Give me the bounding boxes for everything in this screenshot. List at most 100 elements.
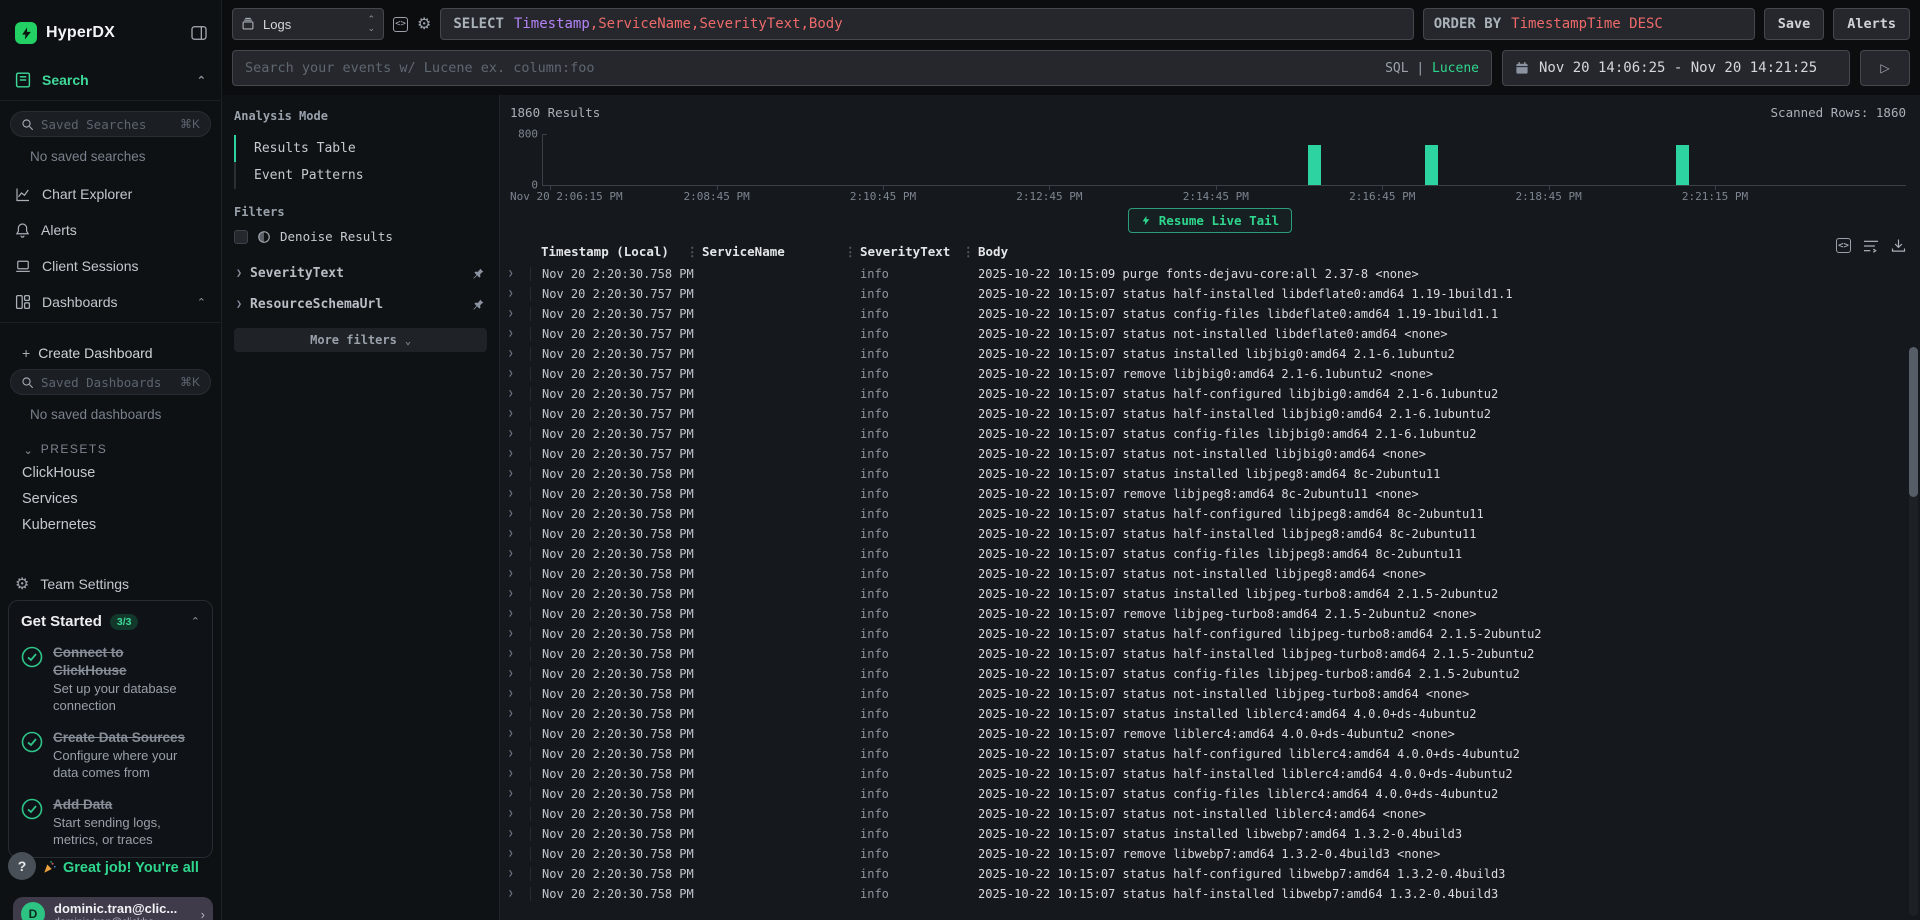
search-input[interactable]: Search your events w/ Lucene ex. column:…	[232, 50, 1492, 86]
expand-row-icon[interactable]: ❯	[508, 389, 530, 399]
scrollbar-thumb[interactable]	[1909, 347, 1918, 497]
table-row[interactable]: ❯Nov 20 2:20:30.758 PMinfo2025-10-22 10:…	[508, 484, 1920, 504]
table-row[interactable]: ❯Nov 20 2:20:30.757 PMinfo2025-10-22 10:…	[508, 324, 1920, 344]
column-servicename[interactable]: ServiceName⋮	[702, 244, 860, 259]
code-view-button[interactable]: <>	[1836, 238, 1851, 253]
table-row[interactable]: ❯Nov 20 2:20:30.757 PMinfo2025-10-22 10:…	[508, 424, 1920, 444]
table-row[interactable]: ❯Nov 20 2:20:30.758 PMinfo2025-10-22 10:…	[508, 524, 1920, 544]
expand-row-icon[interactable]: ❯	[508, 509, 530, 519]
expand-row-icon[interactable]: ❯	[508, 469, 530, 479]
column-resize-handle[interactable]: ⋮	[686, 244, 692, 259]
expand-row-icon[interactable]: ❯	[508, 669, 530, 679]
user-menu[interactable]: D dominic.tran@clic... dominic.tran@clic…	[13, 897, 213, 920]
lang-sql[interactable]: SQL	[1385, 61, 1408, 76]
table-row[interactable]: ❯Nov 20 2:20:30.758 PMinfo2025-10-22 10:…	[508, 644, 1920, 664]
table-row[interactable]: ❯Nov 20 2:20:30.758 PMinfo2025-10-22 10:…	[508, 744, 1920, 764]
wrap-lines-icon[interactable]	[1863, 239, 1879, 253]
table-row[interactable]: ❯Nov 20 2:20:30.757 PMinfo2025-10-22 10:…	[508, 304, 1920, 324]
expand-row-icon[interactable]: ❯	[508, 729, 530, 739]
chevron-up-icon[interactable]: ⌃	[197, 74, 206, 87]
histogram-bar[interactable]	[1676, 145, 1689, 185]
column-resize-handle[interactable]: ⋮	[962, 244, 968, 259]
mode-results-table[interactable]: Results Table	[234, 135, 487, 162]
expand-row-icon[interactable]: ❯	[508, 809, 530, 819]
table-row[interactable]: ❯Nov 20 2:20:30.758 PMinfo2025-10-22 10:…	[508, 624, 1920, 644]
table-row[interactable]: ❯Nov 20 2:20:30.758 PMinfo2025-10-22 10:…	[508, 604, 1920, 624]
expand-row-icon[interactable]: ❯	[508, 689, 530, 699]
expand-row-icon[interactable]: ❯	[508, 369, 530, 379]
run-query-button[interactable]: ▷	[1860, 50, 1910, 86]
get-started-item[interactable]: Create Data Sources Configure where your…	[21, 729, 200, 782]
pin-icon[interactable]	[472, 298, 485, 311]
select-columns-input[interactable]: SELECT Timestamp ,ServiceName,SeverityTe…	[440, 8, 1413, 40]
sidebar-item-team-settings[interactable]: ⚙ Team Settings	[0, 564, 221, 604]
expand-row-icon[interactable]: ❯	[508, 449, 530, 459]
table-row[interactable]: ❯Nov 20 2:20:30.757 PMinfo2025-10-22 10:…	[508, 364, 1920, 384]
expand-row-icon[interactable]: ❯	[508, 549, 530, 559]
scrollbar-track[interactable]	[1909, 347, 1918, 916]
expand-row-icon[interactable]: ❯	[508, 789, 530, 799]
expand-row-icon[interactable]: ❯	[508, 409, 530, 419]
get-started-item[interactable]: Add Data Start sending logs, metrics, or…	[21, 796, 200, 849]
table-row[interactable]: ❯Nov 20 2:20:30.758 PMinfo2025-10-22 10:…	[508, 824, 1920, 844]
table-row[interactable]: ❯Nov 20 2:20:30.758 PMinfo2025-10-22 10:…	[508, 804, 1920, 824]
table-row[interactable]: ❯Nov 20 2:20:30.758 PMinfo2025-10-22 10:…	[508, 844, 1920, 864]
expand-row-icon[interactable]: ❯	[508, 309, 530, 319]
chevron-up-icon[interactable]: ⌃	[191, 615, 200, 628]
facet-severitytext[interactable]: ❯ SeverityText	[234, 258, 487, 289]
table-row[interactable]: ❯Nov 20 2:20:30.758 PMinfo2025-10-22 10:…	[508, 784, 1920, 804]
date-range-picker[interactable]: Nov 20 14:06:25 - Nov 20 14:21:25	[1502, 50, 1850, 86]
create-dashboard-button[interactable]: +Create Dashboard	[0, 333, 221, 367]
sidebar-collapse-icon[interactable]	[191, 26, 207, 40]
language-toggle[interactable]: SQL | Lucene	[1385, 61, 1479, 76]
download-icon[interactable]	[1891, 238, 1906, 253]
expand-row-icon[interactable]: ❯	[508, 609, 530, 619]
expand-row-icon[interactable]: ❯	[508, 649, 530, 659]
column-body[interactable]: Body	[978, 244, 1008, 259]
expand-row-icon[interactable]: ❯	[508, 829, 530, 839]
expand-row-icon[interactable]: ❯	[508, 889, 530, 899]
code-view-button[interactable]: <>	[393, 17, 408, 32]
expand-row-icon[interactable]: ❯	[508, 769, 530, 779]
table-row[interactable]: ❯Nov 20 2:20:30.757 PMinfo2025-10-22 10:…	[508, 444, 1920, 464]
table-row[interactable]: ❯Nov 20 2:20:30.758 PMinfo2025-10-22 10:…	[508, 464, 1920, 484]
save-button[interactable]: Save	[1764, 8, 1825, 40]
table-row[interactable]: ❯Nov 20 2:20:30.758 PMinfo2025-10-22 10:…	[508, 684, 1920, 704]
table-row[interactable]: ❯Nov 20 2:20:30.758 PMinfo2025-10-22 10:…	[508, 264, 1920, 284]
saved-dashboards-input[interactable]: Saved Dashboards ⌘K	[10, 369, 211, 395]
expand-row-icon[interactable]: ❯	[508, 569, 530, 579]
table-row[interactable]: ❯Nov 20 2:20:30.758 PMinfo2025-10-22 10:…	[508, 724, 1920, 744]
expand-row-icon[interactable]: ❯	[508, 429, 530, 439]
expand-row-icon[interactable]: ❯	[508, 629, 530, 639]
table-row[interactable]: ❯Nov 20 2:20:30.758 PMinfo2025-10-22 10:…	[508, 544, 1920, 564]
expand-row-icon[interactable]: ❯	[508, 849, 530, 859]
order-by-input[interactable]: ORDER BY TimestampTime DESC	[1423, 8, 1755, 40]
table-row[interactable]: ❯Nov 20 2:20:30.757 PMinfo2025-10-22 10:…	[508, 404, 1920, 424]
column-timestamp[interactable]: Timestamp (Local)⋮	[530, 244, 702, 259]
expand-row-icon[interactable]: ❯	[508, 269, 530, 279]
expand-row-icon[interactable]: ❯	[508, 709, 530, 719]
get-started-item[interactable]: Connect to ClickHouse Set up your databa…	[21, 644, 200, 715]
table-row[interactable]: ❯Nov 20 2:20:30.758 PMinfo2025-10-22 10:…	[508, 764, 1920, 784]
expand-row-icon[interactable]: ❯	[508, 489, 530, 499]
expand-row-icon[interactable]: ❯	[508, 529, 530, 539]
preset-kubernetes[interactable]: Kubernetes	[0, 512, 221, 538]
table-row[interactable]: ❯Nov 20 2:20:30.758 PMinfo2025-10-22 10:…	[508, 584, 1920, 604]
column-resize-handle[interactable]: ⋮	[844, 244, 850, 259]
sidebar-item-client-sessions[interactable]: Client Sessions	[0, 248, 221, 284]
alerts-button[interactable]: Alerts	[1833, 8, 1910, 40]
saved-searches-input[interactable]: Saved Searches ⌘K	[10, 111, 211, 137]
table-row[interactable]: ❯Nov 20 2:20:30.758 PMinfo2025-10-22 10:…	[508, 564, 1920, 584]
source-selector[interactable]: Logs ⌃⌄	[232, 8, 384, 40]
sidebar-item-search[interactable]: Search ⌃	[0, 62, 221, 98]
table-row[interactable]: ❯Nov 20 2:20:30.757 PMinfo2025-10-22 10:…	[508, 344, 1920, 364]
preset-services[interactable]: Services	[0, 486, 221, 512]
facet-resourceschemaurl[interactable]: ❯ ResourceSchemaUrl	[234, 289, 487, 320]
gear-icon[interactable]: ⚙	[417, 14, 431, 34]
expand-row-icon[interactable]: ❯	[508, 589, 530, 599]
table-row[interactable]: ❯Nov 20 2:20:30.758 PMinfo2025-10-22 10:…	[508, 864, 1920, 884]
preset-clickhouse[interactable]: ClickHouse	[0, 460, 221, 486]
mode-event-patterns[interactable]: Event Patterns	[234, 162, 487, 189]
table-row[interactable]: ❯Nov 20 2:20:30.758 PMinfo2025-10-22 10:…	[508, 884, 1920, 904]
presets-header[interactable]: ⌃ PRESETS	[0, 434, 221, 460]
